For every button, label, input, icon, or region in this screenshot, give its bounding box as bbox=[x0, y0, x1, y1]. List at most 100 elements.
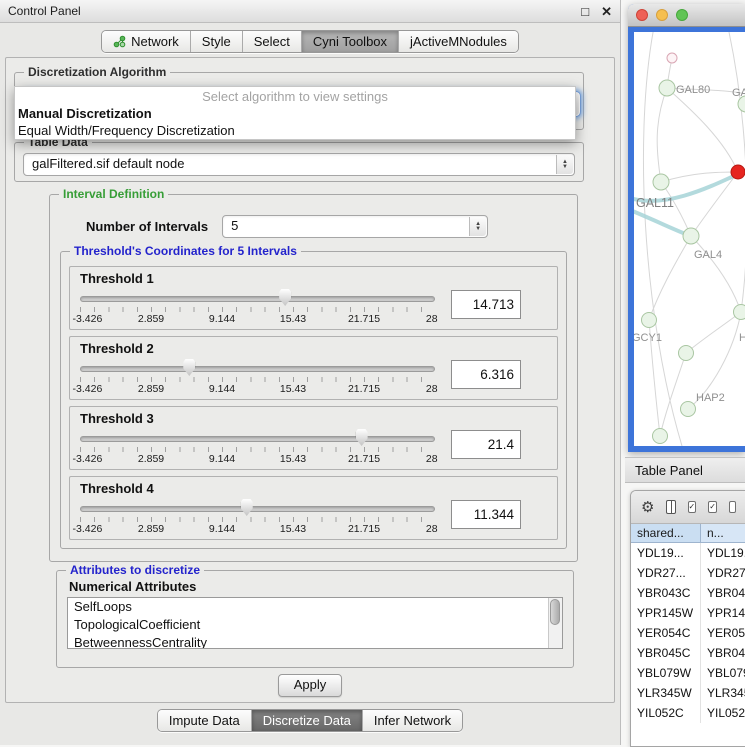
scale-label: 21.715 bbox=[348, 523, 380, 535]
network-node[interactable] bbox=[679, 346, 694, 361]
bottom-tabbar: Impute Data Discretize Data Infer Networ… bbox=[0, 703, 620, 745]
checkbox-icon[interactable]: ✓ bbox=[708, 501, 717, 513]
slider-thumb[interactable] bbox=[241, 499, 253, 516]
tab-impute-data[interactable]: Impute Data bbox=[158, 710, 252, 731]
table-row[interactable]: YBR043C YBR043C bbox=[631, 583, 745, 603]
scale-label: 28 bbox=[426, 313, 438, 325]
checkbox-icon[interactable]: ✓ bbox=[688, 501, 697, 513]
slider-thumb[interactable] bbox=[183, 359, 195, 376]
dropdown-option-manual[interactable]: Manual Discretization bbox=[15, 105, 575, 122]
list-item-betweennesscentrality[interactable]: BetweennessCentrality bbox=[68, 634, 562, 649]
zoom-traffic-light[interactable] bbox=[676, 9, 688, 21]
cell-shared-name: YDR27... bbox=[631, 563, 701, 583]
slider-track[interactable] bbox=[80, 506, 435, 512]
network-node[interactable] bbox=[653, 429, 668, 444]
dropdown-option-equal-width[interactable]: Equal Width/Frequency Discretization bbox=[15, 122, 575, 139]
table-row[interactable]: YDR27... YDR27... bbox=[631, 563, 745, 583]
number-of-intervals-combo[interactable]: 5 ▲▼ bbox=[222, 215, 488, 238]
node-label-gal4: GAL4 bbox=[694, 249, 722, 261]
list-scrollbar-thumb[interactable] bbox=[550, 599, 560, 625]
interval-definition-group-title: Interval Definition bbox=[59, 187, 168, 201]
network-node-gcy1[interactable] bbox=[642, 313, 657, 328]
list-item-selfloops[interactable]: SelfLoops bbox=[68, 598, 562, 616]
table-row[interactable]: YDL19... YDL19... bbox=[631, 543, 745, 563]
tab-cyni-toolbox[interactable]: Cyni Toolbox bbox=[302, 31, 399, 52]
slider-track[interactable] bbox=[80, 436, 435, 442]
minimize-traffic-light[interactable] bbox=[656, 9, 668, 21]
network-node[interactable] bbox=[734, 305, 745, 320]
list-scrollbar[interactable] bbox=[548, 598, 562, 648]
slider-track[interactable] bbox=[80, 296, 435, 302]
threshold-3-value-input[interactable] bbox=[451, 430, 521, 459]
threshold-4-value-input[interactable] bbox=[451, 500, 521, 529]
network-node-gal80[interactable] bbox=[659, 80, 675, 96]
slider-thumb[interactable] bbox=[279, 289, 291, 306]
threshold-2-value-input[interactable] bbox=[451, 360, 521, 389]
network-node-hap2[interactable] bbox=[681, 402, 696, 417]
tab-network[interactable]: Network bbox=[102, 31, 191, 52]
network-node-gal4[interactable] bbox=[683, 228, 699, 244]
threshold-3-label: Threshold 3 bbox=[78, 411, 549, 426]
number-of-intervals-row: Number of Intervals 5 ▲▼ bbox=[86, 215, 488, 238]
column-header-name[interactable]: n... bbox=[701, 524, 745, 543]
tab-style[interactable]: Style bbox=[191, 31, 243, 52]
table-row[interactable]: YPR145W YPR145W bbox=[631, 603, 745, 623]
cell-shared-name: YLR345W bbox=[631, 683, 701, 703]
scale-label: 15.43 bbox=[280, 383, 306, 395]
table-data-combo[interactable]: galFiltered.sif default node ▲▼ bbox=[23, 153, 575, 176]
scale-label: -3.426 bbox=[73, 523, 103, 535]
table-row[interactable]: YER054C YER054C bbox=[631, 623, 745, 643]
slider-track[interactable] bbox=[80, 366, 435, 372]
columns-icon[interactable] bbox=[666, 500, 675, 514]
tab-discretize-data[interactable]: Discretize Data bbox=[252, 710, 363, 731]
apply-button[interactable]: Apply bbox=[278, 674, 342, 697]
network-node-gal11[interactable] bbox=[653, 174, 669, 190]
checkbox-icon[interactable] bbox=[729, 501, 736, 513]
interval-definition-group: Interval Definition Number of Intervals … bbox=[49, 194, 578, 562]
table-row[interactable]: YBL079W YBL079W bbox=[631, 663, 745, 683]
column-header-shared-name[interactable]: shared... bbox=[631, 524, 701, 543]
threshold-1-slider[interactable]: -3.426 2.859 9.144 15.43 21.715 28 bbox=[78, 287, 437, 327]
network-node-red-selected[interactable] bbox=[731, 165, 745, 179]
close-traffic-light[interactable] bbox=[636, 9, 648, 21]
slider-scale: -3.426 2.859 9.144 15.43 21.715 28 bbox=[80, 383, 435, 396]
list-item-topologicalcoefficient[interactable]: TopologicalCoefficient bbox=[68, 616, 562, 634]
table-row[interactable]: YIL052C YIL052C bbox=[631, 703, 745, 723]
float-window-icon[interactable]: □ bbox=[581, 5, 589, 18]
cell-name: YER054C bbox=[701, 623, 745, 643]
slider-scale: -3.426 2.859 9.144 15.43 21.715 28 bbox=[80, 523, 435, 536]
scale-label: -3.426 bbox=[73, 313, 103, 325]
close-window-icon[interactable]: ✕ bbox=[601, 5, 612, 18]
scale-label: 2.859 bbox=[138, 383, 164, 395]
tab-infer-network[interactable]: Infer Network bbox=[363, 710, 462, 731]
network-canvas[interactable]: GAL80 GA GAL11 GAL4 GCY1 HAP2 H bbox=[634, 32, 745, 446]
node-label-gal11: GAL11 bbox=[636, 196, 674, 210]
cell-shared-name: YER054C bbox=[631, 623, 701, 643]
tab-select[interactable]: Select bbox=[243, 31, 302, 52]
threshold-4-label: Threshold 4 bbox=[78, 481, 549, 496]
numerical-attributes-list: SelfLoops TopologicalCoefficient Between… bbox=[67, 597, 563, 649]
tab-jactivemnodules-label: jActiveMNodules bbox=[410, 34, 507, 49]
scale-label: 9.144 bbox=[209, 313, 235, 325]
threshold-3-slider[interactable]: -3.426 2.859 9.144 15.43 21.715 28 bbox=[78, 427, 437, 467]
thresholds-group-title: Threshold's Coordinates for 5 Intervals bbox=[70, 244, 301, 258]
network-node[interactable] bbox=[667, 53, 677, 63]
threshold-1-value-input[interactable] bbox=[451, 290, 521, 319]
tab-network-label: Network bbox=[131, 34, 179, 49]
tab-select-label: Select bbox=[254, 34, 290, 49]
scale-label: 15.43 bbox=[280, 523, 306, 535]
gear-icon[interactable]: ⚙ bbox=[641, 500, 654, 515]
slider-thumb[interactable] bbox=[356, 429, 368, 446]
cell-name: YDL19... bbox=[701, 543, 745, 563]
table-row[interactable]: YBR045C YBR045C bbox=[631, 643, 745, 663]
threshold-4-slider[interactable]: -3.426 2.859 9.144 15.43 21.715 28 bbox=[78, 497, 437, 537]
tab-jactivemnodules[interactable]: jActiveMNodules bbox=[399, 31, 518, 52]
discretization-algorithm-group-title: Discretization Algorithm bbox=[24, 65, 170, 79]
cell-shared-name: YBR045C bbox=[631, 643, 701, 663]
table-row[interactable]: YLR345W YLR345W bbox=[631, 683, 745, 703]
threshold-2-slider[interactable]: -3.426 2.859 9.144 15.43 21.715 28 bbox=[78, 357, 437, 397]
scale-label: 15.43 bbox=[280, 453, 306, 465]
cell-name: YIL052C bbox=[701, 703, 745, 723]
node-label-partial-ga: GA bbox=[732, 87, 745, 99]
slider-ticks bbox=[80, 447, 435, 452]
